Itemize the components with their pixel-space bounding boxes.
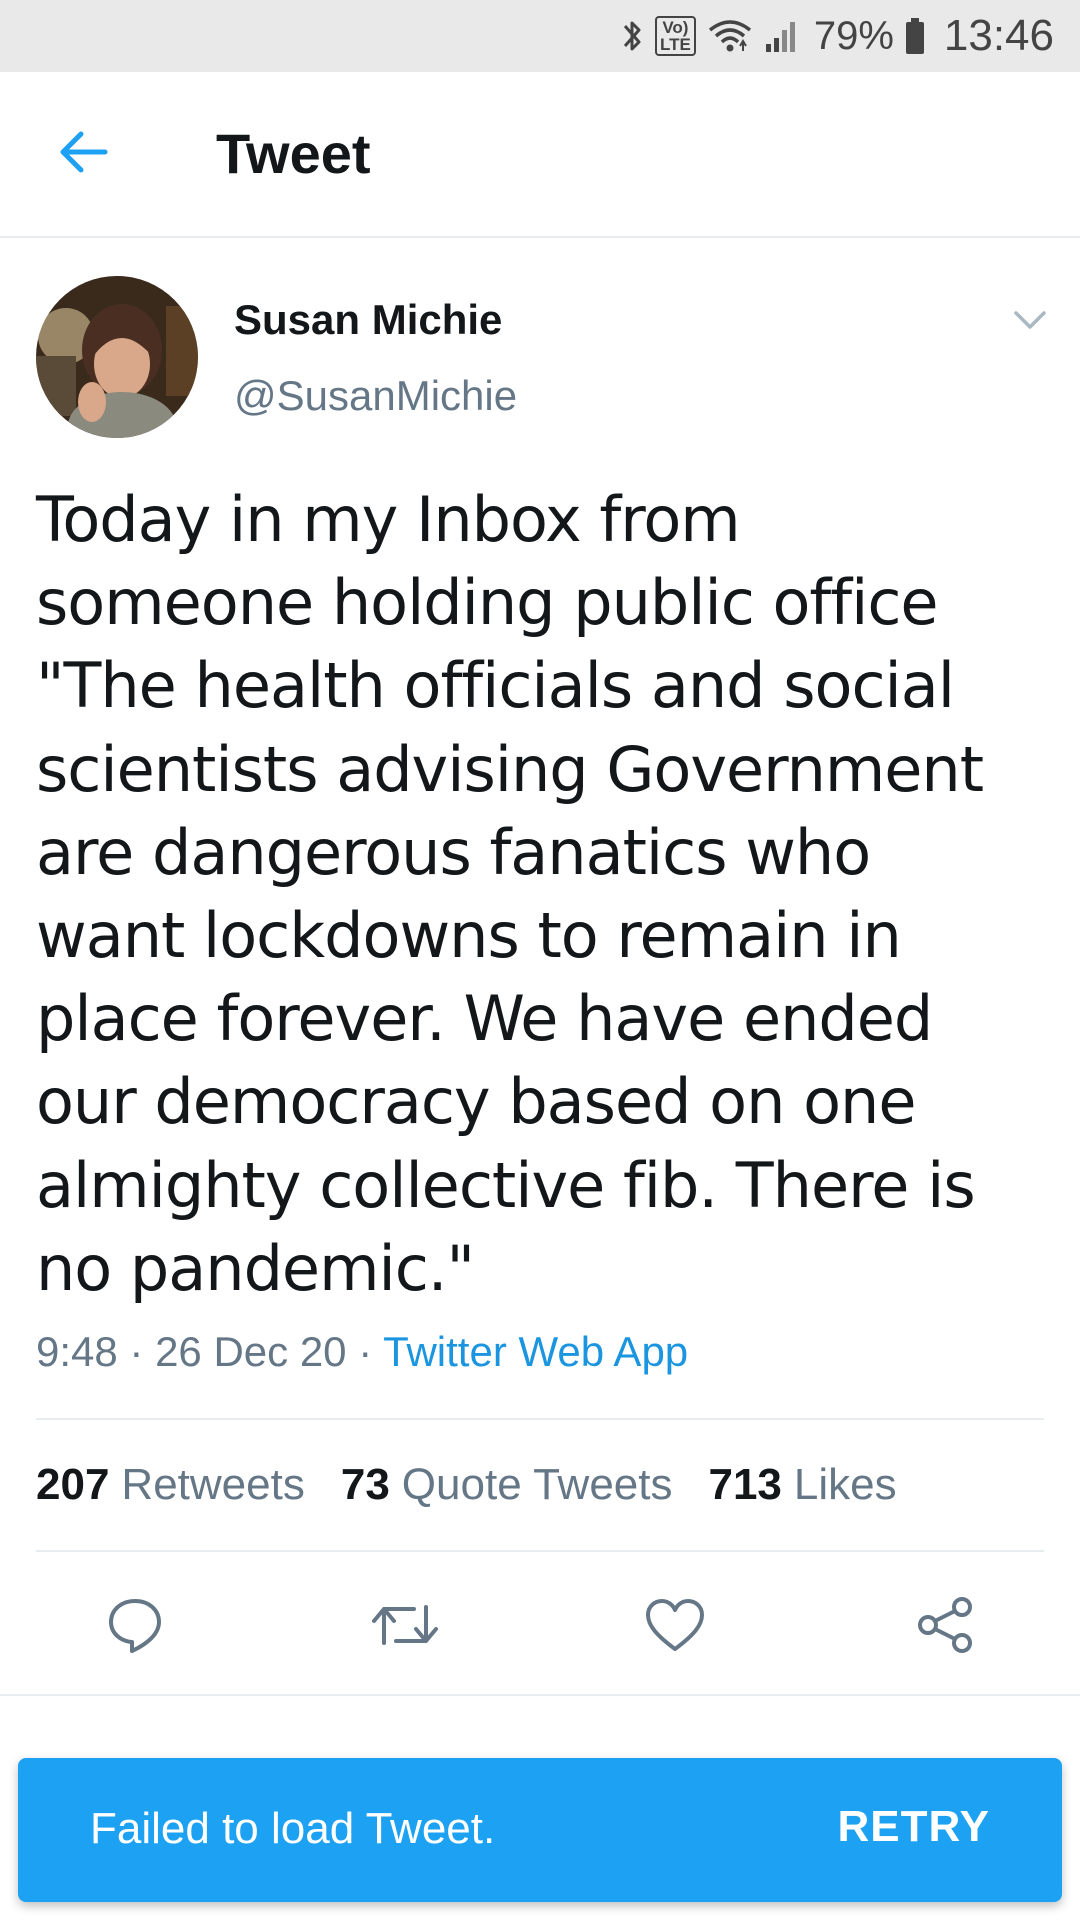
error-snackbar: Failed to load Tweet. RETRY (18, 1758, 1062, 1902)
share-button[interactable] (908, 1588, 982, 1662)
divider (36, 1550, 1044, 1552)
retweets-count: 207 (36, 1460, 110, 1509)
avatar-image (36, 276, 198, 438)
retweet-button[interactable] (368, 1588, 442, 1662)
battery-icon (904, 16, 926, 56)
reply-button[interactable] (98, 1588, 172, 1662)
clock: 13:46 (943, 11, 1054, 60)
meta-separator: · (117, 1328, 156, 1375)
author-handle[interactable]: @SusanMichie (234, 372, 517, 420)
quote-tweets-stat[interactable]: 73 Quote Tweets (341, 1460, 673, 1510)
divider (36, 1418, 1044, 1420)
tweet-time: 9:48 (36, 1328, 118, 1375)
snackbar-message: Failed to load Tweet. (90, 1804, 496, 1853)
tweet-stats: 207 Retweets 73 Quote Tweets 713 Likes (36, 1460, 933, 1510)
wifi-icon (706, 16, 754, 56)
retry-button[interactable]: RETRY (838, 1802, 991, 1852)
tweet-text: Today in my Inbox from someone holding p… (36, 483, 984, 1305)
back-button[interactable] (48, 122, 118, 182)
quote-tweets-label: Quote Tweets (401, 1460, 673, 1509)
reply-icon (109, 1599, 161, 1653)
tweet-meta: 9:48 · 26 Dec 20 · Twitter Web App (36, 1328, 688, 1376)
quote-tweets-count: 73 (340, 1460, 390, 1509)
share-icon (918, 1597, 972, 1653)
action-bar (0, 1588, 1080, 1662)
status-bar: Vo) LTE 79% 13:46 (0, 0, 1080, 72)
tweet-date: 26 Dec 20 (155, 1328, 347, 1375)
tweet-menu-button[interactable] (1008, 302, 1052, 338)
page-title: Tweet (216, 122, 371, 185)
back-arrow-icon (60, 131, 108, 173)
divider (0, 1694, 1080, 1696)
volte-lte-icon: Vo) LTE (654, 16, 696, 56)
volte-label: Vo) LTE (654, 16, 696, 56)
meta-separator: · (346, 1328, 384, 1375)
like-icon (646, 1599, 704, 1651)
likes-label: Likes (793, 1460, 897, 1509)
retweets-stat[interactable]: 207 Retweets (36, 1460, 305, 1510)
bluetooth-icon (621, 16, 645, 56)
author-name[interactable]: Susan Michie (234, 296, 502, 344)
like-button[interactable] (638, 1588, 712, 1662)
tweet-source-link[interactable]: Twitter Web App (383, 1328, 688, 1375)
retweet-icon (372, 1605, 438, 1645)
retweets-label: Retweets (121, 1460, 305, 1509)
avatar[interactable] (36, 276, 198, 438)
likes-stat[interactable]: 713 Likes (708, 1460, 896, 1510)
likes-count: 713 (708, 1460, 782, 1509)
chevron-down-icon (1014, 311, 1046, 329)
signal-icon (764, 16, 800, 56)
app-header: Tweet (0, 72, 1080, 238)
battery-percent: 79% (813, 13, 894, 58)
